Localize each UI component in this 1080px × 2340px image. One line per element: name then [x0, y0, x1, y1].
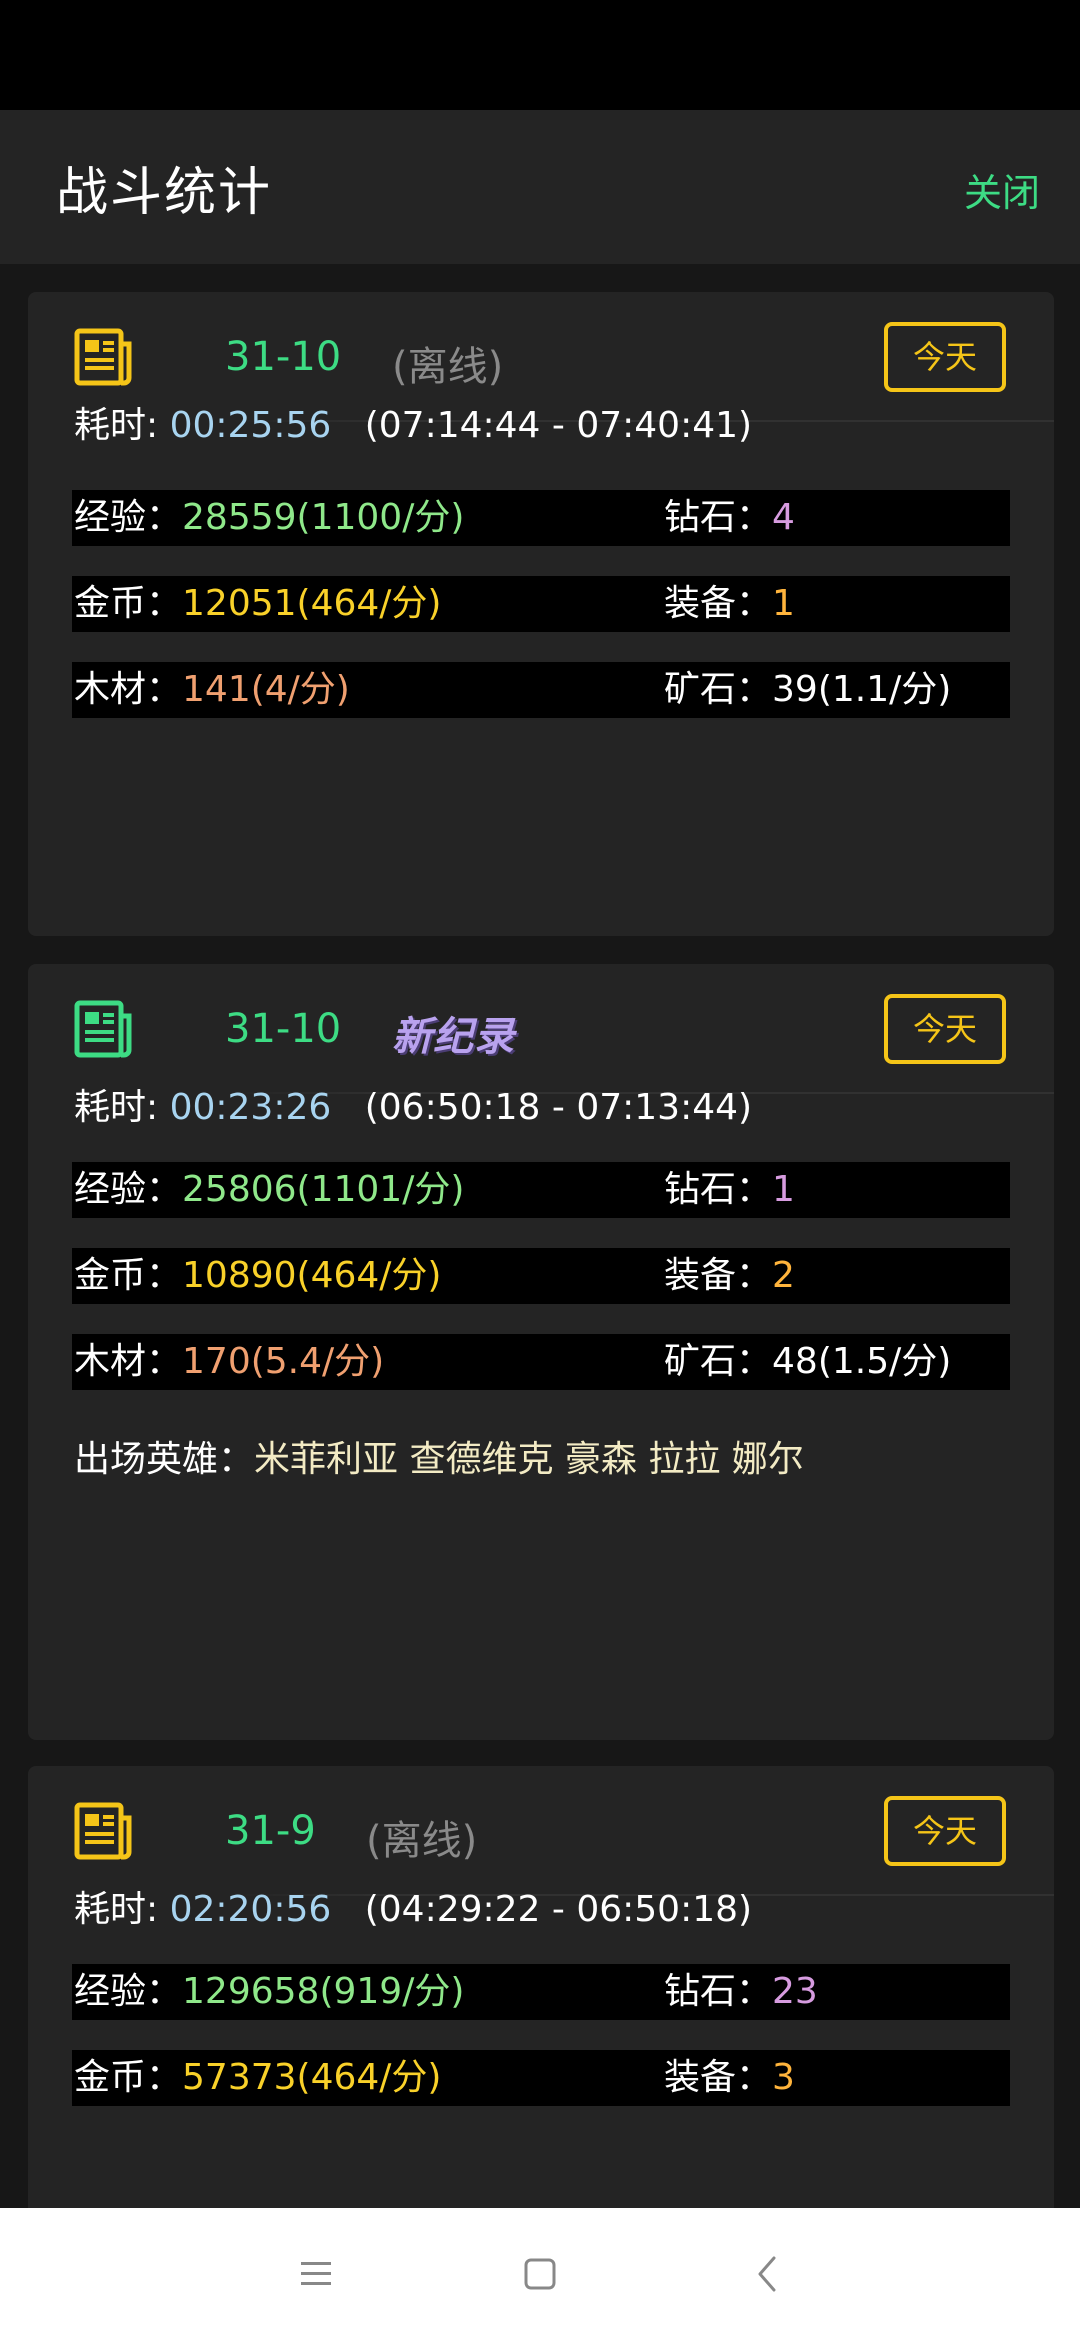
exp-value: 25806(1101/分)	[182, 1169, 465, 1210]
duration-row: 耗时: 00:25:56 (07:14:44 - 07:40:41)	[74, 406, 752, 446]
equip-stat: 装备：3	[664, 2057, 795, 2098]
document-icon	[74, 1000, 132, 1058]
duration-label: 耗时:	[74, 405, 159, 446]
gold-stat: 金币：12051(464/分)	[74, 583, 442, 624]
status-bar	[0, 0, 1080, 110]
back-icon[interactable]	[736, 2242, 800, 2306]
equip-stat: 装备：2	[664, 1255, 795, 1296]
stage-label: 31-10	[225, 334, 342, 380]
duration-value: 00:23:26	[169, 1087, 332, 1128]
offline-tag: (离线)	[366, 1818, 478, 1864]
hero-names: 米菲利亚 查德维克 豪森 拉拉 娜尔	[254, 1439, 804, 1480]
ore-stat: 矿石：39(1.1/分)	[664, 669, 952, 710]
home-icon[interactable]	[508, 2242, 572, 2306]
exp-stat: 经验：28559(1100/分)	[74, 497, 465, 538]
duration-label: 耗时:	[74, 1087, 159, 1128]
duration-row: 耗时: 00:23:26 (06:50:18 - 07:13:44)	[74, 1078, 752, 1130]
time-range: (04:29:22 - 06:50:18)	[364, 1889, 753, 1930]
document-icon	[74, 1802, 132, 1860]
menu-icon[interactable]	[284, 2242, 348, 2306]
gold-value: 57373(464/分)	[182, 2057, 442, 2098]
diamond-value: 1	[772, 1169, 795, 1210]
equip-value: 1	[772, 583, 795, 624]
stat-row: 经验：129658(919/分) 钻石：23	[72, 1964, 1010, 2020]
exp-value: 28559(1100/分)	[182, 497, 465, 538]
document-icon	[74, 328, 132, 386]
today-button[interactable]: 今天	[884, 322, 1006, 392]
gold-value: 10890(464/分)	[182, 1255, 442, 1296]
equip-value: 2	[772, 1255, 795, 1296]
wood-value: 170(5.4/分)	[182, 1341, 385, 1382]
gold-value: 12051(464/分)	[182, 583, 442, 624]
diamond-stat: 钻石：4	[664, 497, 795, 538]
stat-row: 经验：28559(1100/分) 钻石：4	[72, 490, 1010, 546]
duration-row: 耗时: 02:20:56 (04:29:22 - 06:50:18)	[74, 1880, 752, 1932]
diamond-value: 23	[772, 1971, 818, 2012]
today-button[interactable]: 今天	[884, 1796, 1006, 1866]
exp-stat: 经验：25806(1101/分)	[74, 1169, 465, 1210]
diamond-stat: 钻石：23	[664, 1971, 818, 2012]
card-header: 31-9 (离线) 今天	[28, 1766, 1054, 1896]
ore-value: 39(1.1/分)	[772, 669, 952, 710]
diamond-stat: 钻石：1	[664, 1169, 795, 1210]
battle-record-card: 31-10 新纪录 今天 耗时: 00:23:26 (06:50:18 - 07…	[28, 964, 1054, 1740]
heroes-row: 出场英雄：米菲利亚 查德维克 豪森 拉拉 娜尔	[74, 1430, 804, 1482]
time-range: (06:50:18 - 07:13:44)	[364, 1087, 753, 1128]
exp-value: 129658(919/分)	[182, 1971, 465, 2012]
duration-value: 00:25:56	[169, 405, 332, 446]
equip-stat: 装备：1	[664, 583, 795, 624]
gold-stat: 金币：57373(464/分)	[74, 2057, 442, 2098]
card-header: 31-10 (离线) 今天	[28, 292, 1054, 422]
ore-stat: 矿石：48(1.5/分)	[664, 1341, 952, 1382]
time-range: (07:14:44 - 07:40:41)	[364, 405, 753, 446]
stat-row: 金币：57373(464/分) 装备：3	[72, 2050, 1010, 2106]
gold-stat: 金币：10890(464/分)	[74, 1255, 442, 1296]
exp-stat: 经验：129658(919/分)	[74, 1971, 465, 2012]
stat-row: 木材：141(4/分) 矿石：39(1.1/分)	[72, 662, 1010, 718]
battle-record-card: 31-10 (离线) 今天 耗时: 00:25:56 (07:14:44 - 0…	[28, 292, 1054, 936]
stat-row: 木材：170(5.4/分) 矿石：48(1.5/分)	[72, 1334, 1010, 1390]
duration-label: 耗时:	[74, 1889, 159, 1930]
app-header: 战斗统计 关闭	[0, 110, 1080, 264]
duration-value: 02:20:56	[169, 1889, 332, 1930]
wood-stat: 木材：170(5.4/分)	[74, 1341, 385, 1382]
page-title: 战斗统计	[56, 163, 273, 223]
close-button[interactable]: 关闭	[964, 162, 1040, 217]
ore-value: 48(1.5/分)	[772, 1341, 952, 1382]
stat-row: 金币：12051(464/分) 装备：1	[72, 576, 1010, 632]
card-header: 31-10 新纪录 今天	[28, 964, 1054, 1094]
today-button[interactable]: 今天	[884, 994, 1006, 1064]
wood-stat: 木材：141(4/分)	[74, 669, 350, 710]
stage-label: 31-10	[225, 1006, 342, 1052]
navigation-bar	[0, 2208, 1080, 2340]
records-list[interactable]: 31-10 (离线) 今天 耗时: 00:25:56 (07:14:44 - 0…	[0, 264, 1080, 2208]
diamond-value: 4	[772, 497, 795, 538]
battle-record-card: 31-9 (离线) 今天 耗时: 02:20:56 (04:29:22 - 06…	[28, 1766, 1054, 2208]
heroes-label: 出场英雄：	[74, 1439, 255, 1480]
new-record-tag: 新纪录	[392, 1014, 515, 1060]
offline-tag: (离线)	[392, 344, 504, 390]
stage-label: 31-9	[225, 1808, 316, 1854]
stat-row: 金币：10890(464/分) 装备：2	[72, 1248, 1010, 1304]
stat-row: 经验：25806(1101/分) 钻石：1	[72, 1162, 1010, 1218]
equip-value: 3	[772, 2057, 795, 2098]
wood-value: 141(4/分)	[182, 669, 350, 710]
